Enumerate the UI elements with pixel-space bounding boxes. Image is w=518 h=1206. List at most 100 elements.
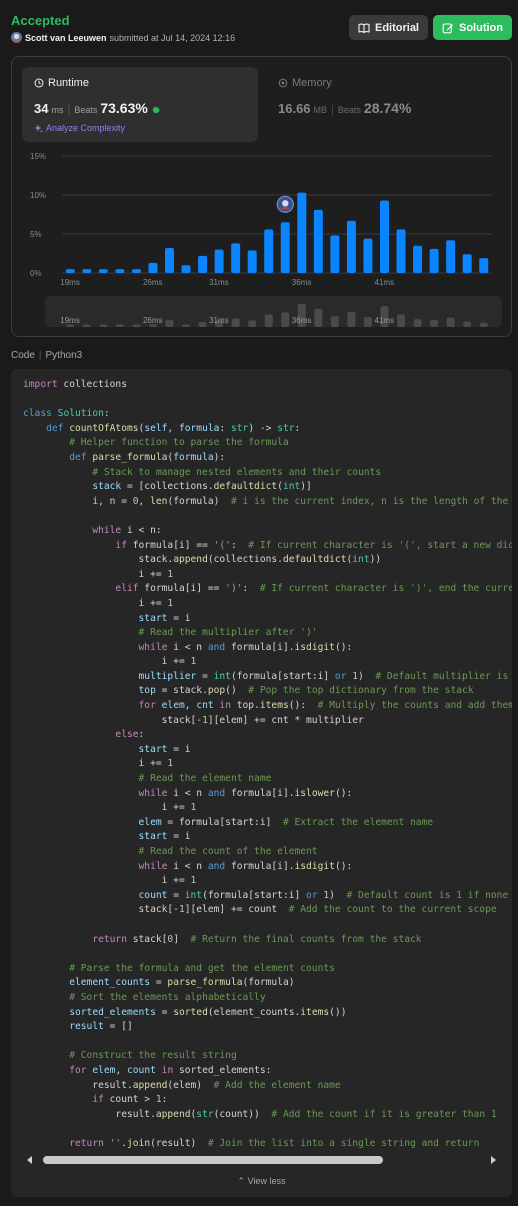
chart-bar[interactable] <box>115 269 125 273</box>
chart-bar[interactable] <box>396 229 406 273</box>
code-block: import collections class Solution: def c… <box>23 379 512 1149</box>
runtime-unit: ms <box>51 105 64 115</box>
chart-bar[interactable] <box>181 265 191 273</box>
memory-value-row: 16.66 MB | Beats 28.74% <box>278 100 411 116</box>
mini-bar <box>99 324 108 327</box>
mini-bar <box>430 320 439 327</box>
runtime-panel[interactable]: Runtime 34 ms | Beats 73.63% Analyze Complex… <box>22 67 258 142</box>
status-accepted: Accepted <box>11 13 70 28</box>
x-tick-label: 31ms <box>209 278 229 287</box>
mini-x-tick-label: 19ms <box>60 316 80 325</box>
mini-bar <box>264 314 273 327</box>
chart-bar[interactable] <box>165 248 174 273</box>
x-tick-label: 41ms <box>375 278 395 287</box>
submitted-time: submitted at Jul 14, 2024 12:16 <box>109 32 236 43</box>
chart-bar[interactable] <box>313 209 323 273</box>
chart-bar[interactable] <box>214 249 224 273</box>
mini-bar <box>446 317 455 327</box>
chart-bar[interactable] <box>98 269 108 273</box>
chart-bar[interactable] <box>413 245 423 273</box>
solution-label: Solution <box>459 21 503 34</box>
chart-bar[interactable] <box>247 250 257 273</box>
analyze-complexity-link[interactable]: Analyze Complexity <box>34 123 125 133</box>
mini-bar <box>115 324 124 327</box>
memory-title-row: Memory <box>278 77 332 89</box>
chart-bar[interactable] <box>380 200 389 273</box>
chart-bar[interactable] <box>198 255 208 273</box>
edit-icon <box>442 22 453 33</box>
chart-bar[interactable] <box>280 222 290 273</box>
memory-beats-label: Beats <box>337 105 361 115</box>
chart-bar[interactable] <box>65 269 75 273</box>
y-tick-label: 15% <box>30 152 46 161</box>
chart-range-slider[interactable]: 19ms 26ms 31ms 36ms 41ms <box>45 296 502 327</box>
scroll-right-arrow-icon[interactable] <box>491 1156 496 1164</box>
analyze-label: Analyze Complexity <box>46 123 126 133</box>
divider: | <box>331 104 334 116</box>
x-tick-label: 26ms <box>143 278 163 287</box>
book-icon <box>358 23 370 33</box>
submission-header: Accepted Scott van Leeuwen submitted at … <box>0 0 518 56</box>
chart-bar[interactable] <box>446 240 456 273</box>
chart-y-ticks: 15% 10% 5% 0% <box>30 152 46 278</box>
view-less-label: View less <box>247 1176 286 1186</box>
runtime-distribution-chart[interactable]: 15% 10% 5% 0% 19ms 26ms 31ms 36ms 41ms 19ms 26ms… <box>12 145 511 335</box>
code-scroll-area[interactable]: import collections class Solution: def c… <box>11 369 512 1155</box>
clock-icon <box>34 78 44 88</box>
clap-icon <box>152 105 160 114</box>
runtime-value-row: 34 ms | Beats 73.63% <box>34 100 161 116</box>
mini-bar <box>397 314 406 327</box>
x-tick-label: 19ms <box>60 278 80 287</box>
memory-panel[interactable]: Memory 16.66 MB | Beats 28.74% <box>268 67 504 142</box>
mini-x-tick-label: 41ms <box>375 316 395 325</box>
chart-bar[interactable] <box>82 269 92 273</box>
mini-bar <box>182 324 191 327</box>
y-tick-label: 0% <box>30 269 42 278</box>
editorial-label: Editorial <box>374 21 419 34</box>
view-less-button[interactable]: ⌃ View less <box>11 1176 512 1187</box>
chart-bar[interactable] <box>148 262 158 273</box>
memory-value: 16.66 <box>278 101 311 116</box>
chart-bar[interactable] <box>346 220 356 273</box>
runtime-beats-label: Beats <box>74 105 98 115</box>
mini-bar <box>479 322 488 327</box>
y-tick-label: 5% <box>30 230 42 239</box>
memory-unit: MB <box>313 105 328 115</box>
avatar-face <box>282 200 289 207</box>
mini-bar <box>413 319 422 327</box>
divider: | <box>67 104 71 116</box>
author-name[interactable]: Scott van Leeuwen <box>25 33 107 43</box>
chart-bar[interactable] <box>330 235 340 273</box>
mini-bar <box>314 308 323 327</box>
divider: | <box>38 350 42 361</box>
editorial-button[interactable]: Editorial <box>349 15 428 40</box>
chart-bar[interactable] <box>131 269 141 273</box>
memory-beats-pct: 28.74% <box>363 100 412 116</box>
chart-bar[interactable] <box>429 248 439 273</box>
language-label: Python3 <box>45 350 83 361</box>
mini-bar <box>165 319 174 327</box>
chart-bar[interactable] <box>479 258 489 273</box>
author-row: Scott van Leeuwen submitted at Jul 14, 2… <box>11 32 235 43</box>
avatar[interactable] <box>11 32 22 43</box>
scrollbar-thumb[interactable] <box>43 1156 383 1164</box>
solution-button[interactable]: Solution <box>433 15 512 40</box>
chart-bar[interactable] <box>231 243 241 273</box>
chevron-up-icon: ⌃ <box>237 1176 246 1186</box>
chart-bar[interactable] <box>363 238 373 273</box>
chart-bar[interactable] <box>264 229 274 273</box>
memory-icon <box>278 78 288 88</box>
chart-bar[interactable] <box>297 192 307 273</box>
mini-bar <box>231 318 240 327</box>
sparkle-icon <box>34 124 43 133</box>
chart-bar[interactable] <box>462 254 472 273</box>
mini-bar <box>347 311 356 327</box>
runtime-title: Runtime <box>48 77 89 89</box>
mini-bar <box>363 317 372 327</box>
code-viewer[interactable]: import collections class Solution: def c… <box>11 369 512 1197</box>
code-label: Code <box>11 350 35 361</box>
chart-gridlines <box>62 155 492 274</box>
scroll-left-arrow-icon[interactable] <box>27 1156 32 1164</box>
horizontal-scrollbar[interactable] <box>27 1155 496 1166</box>
code-language-label: Code | Python3 <box>11 350 82 361</box>
